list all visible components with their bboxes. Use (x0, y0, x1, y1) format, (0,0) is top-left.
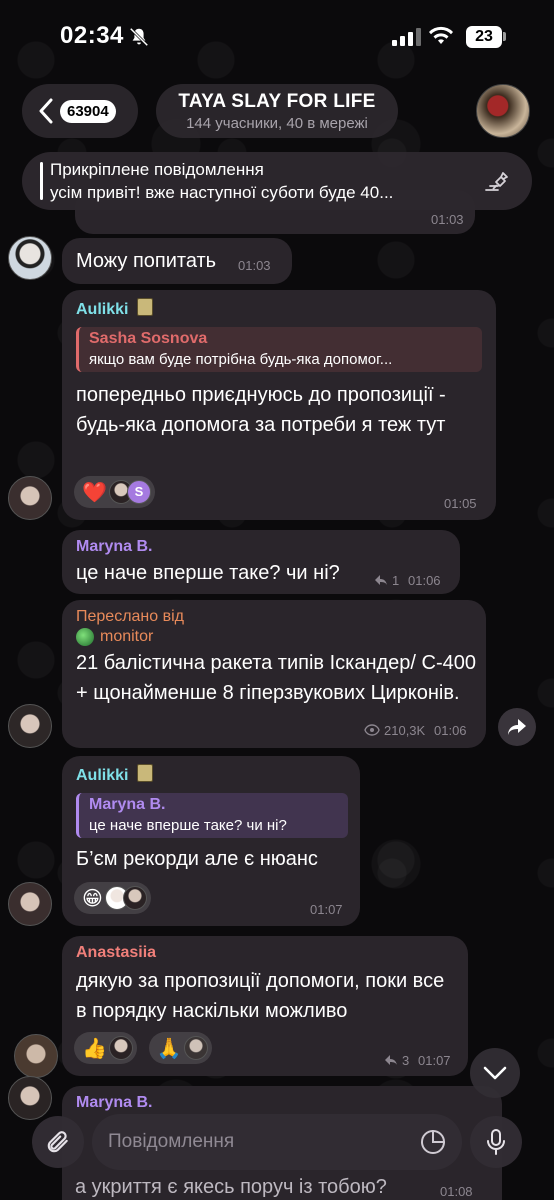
sender-name: Aulikki (76, 764, 346, 785)
reactor-avatar (122, 886, 147, 910)
chevron-down-icon (483, 1066, 507, 1080)
card-icon (136, 298, 153, 316)
source-avatar (76, 628, 94, 646)
sticker-icon[interactable] (420, 1129, 446, 1155)
message-time: 01:07 (310, 902, 343, 917)
message-text: Б’єм рекорди але є нюанс (76, 848, 318, 870)
reaction-grin[interactable]: 😁 (74, 882, 151, 914)
avatar[interactable] (8, 882, 52, 926)
message-bubble[interactable]: Переслано від monitor 21 балістична раке… (62, 600, 486, 748)
message-time: 01:07 (418, 1053, 451, 1068)
wifi-icon (429, 26, 453, 44)
forward-source[interactable]: monitor (76, 628, 472, 646)
reactions: 😁 (74, 882, 151, 914)
paperclip-icon (47, 1131, 68, 1153)
sender-name: Maryna B. (76, 538, 153, 555)
reply-sender: Sasha Sosnova (89, 330, 208, 347)
grin-emoji: 😁 (82, 887, 103, 910)
message-bubble[interactable]: Anastasiia дякую за пропозиції допомоги,… (62, 936, 468, 1076)
reply-icon (375, 575, 387, 585)
status-time: 02:34 (60, 22, 124, 49)
pinned-title: Прикріплене повідомлення (50, 160, 264, 179)
message-text: 21 балістична ракета типів Іскандер/ С-4… (76, 652, 477, 704)
reactor-avatar-letter: S (126, 480, 151, 504)
bell-slash-icon (129, 27, 149, 47)
reactions: 👍 🙏 (74, 1032, 212, 1064)
sender-name-text: Aulikki (76, 767, 129, 784)
chevron-left-icon (39, 98, 53, 124)
sender-name-text: Aulikki (76, 301, 129, 318)
message-time: 01:06 (434, 723, 467, 738)
chat-subtitle: 144 учасники, 40 в мережі (186, 115, 368, 132)
pinned-message-bar[interactable]: Прикріплене повідомлення усім привіт! вж… (22, 152, 532, 210)
eye-icon (364, 724, 380, 736)
message-time: 01:06 (408, 573, 441, 588)
reply-count: 3 (402, 1053, 410, 1068)
view-count: 210,3K (384, 723, 426, 738)
mic-icon (487, 1129, 505, 1155)
pinned-indicator (40, 162, 43, 200)
message-bubble[interactable]: Maryna B. це наче вперше таке? чи ні? 1 … (62, 530, 460, 594)
message-time: 01:05 (444, 496, 477, 511)
message-input[interactable] (92, 1114, 462, 1170)
avatar[interactable] (8, 476, 52, 520)
reaction-pray[interactable]: 🙏 (148, 1032, 212, 1064)
message-bubble[interactable]: Можу попитать 01:03 (62, 238, 292, 284)
reaction-heart[interactable]: ❤️ S (74, 476, 155, 508)
chat-title: TAYA SLAY FOR LIFE (178, 91, 376, 112)
sender-name: Anastasiia (76, 944, 157, 961)
battery-tip (503, 32, 506, 41)
message-time: 01:03 (238, 258, 271, 273)
forward-label: Переслано від (76, 608, 184, 625)
attach-button[interactable] (32, 1116, 84, 1168)
pinned-text: усім привіт! вже наступної суботи буде 4… (50, 183, 394, 202)
status-bar: 02:34 23 (0, 0, 554, 76)
pray-emoji: 🙏 (156, 1037, 182, 1060)
message-text: це наче вперше таке? чи ні? (76, 562, 340, 584)
composer (0, 1108, 554, 1200)
reply-quote[interactable]: Maryna B. це наче вперше таке? чи ні? (76, 793, 348, 838)
chat-info-button[interactable]: TAYA SLAY FOR LIFE 144 учасники, 40 в ме… (156, 84, 398, 138)
back-button[interactable]: 63904 (22, 84, 138, 138)
battery-icon: 23 (466, 26, 502, 48)
reactor-avatar (108, 1036, 133, 1060)
unpin-icon[interactable] (484, 170, 510, 192)
share-icon (508, 719, 526, 735)
chat-avatar[interactable] (476, 84, 530, 138)
sender-name: Aulikki (76, 298, 482, 319)
chat-header: 63904 TAYA SLAY FOR LIFE 144 учасники, 4… (0, 76, 554, 146)
reply-quote[interactable]: Sasha Sosnova якщо вам буде потрібна буд… (76, 327, 482, 372)
message-text: дякую за пропозиції допомоги, поки все в… (76, 970, 445, 1022)
card-icon (136, 764, 153, 782)
share-button[interactable] (498, 708, 536, 746)
reaction-thumbs-up[interactable]: 👍 (74, 1032, 137, 1064)
signal-icon (392, 28, 421, 46)
reply-text: це наче вперше таке? чи ні? (89, 817, 287, 834)
avatar[interactable] (8, 236, 52, 280)
message-text: попередньо приєднуюсь до пропозиції - бу… (76, 384, 446, 436)
thumbs-up-emoji: 👍 (82, 1037, 107, 1060)
avatar[interactable] (8, 704, 52, 748)
message-bubble[interactable]: Aulikki Sasha Sosnova якщо вам буде потр… (62, 290, 496, 520)
message-bubble[interactable]: Aulikki Maryna B. це наче вперше таке? ч… (62, 756, 360, 926)
reply-count: 1 (392, 573, 400, 588)
unread-count-badge: 63904 (60, 99, 116, 123)
reply-text: якщо вам буде потрібна будь-яка допомог.… (89, 351, 393, 368)
message-time: 01:03 (431, 212, 464, 227)
reactions: ❤️ S (74, 476, 155, 508)
reply-sender: Maryna B. (89, 796, 166, 813)
scroll-down-button[interactable] (470, 1048, 520, 1098)
forward-source-name: monitor (100, 628, 154, 645)
reactor-avatar (183, 1036, 208, 1060)
mic-button[interactable] (470, 1116, 522, 1168)
heart-emoji: ❤️ (82, 481, 107, 504)
avatar[interactable] (14, 1034, 58, 1078)
reply-icon (385, 1055, 397, 1065)
